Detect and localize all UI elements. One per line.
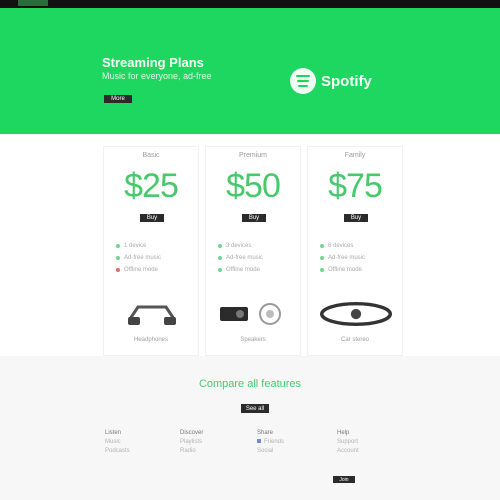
check-icon xyxy=(218,256,222,260)
check-icon xyxy=(320,268,324,272)
plan-feature-list: 3 devices Ad-free music Offline mode xyxy=(218,240,290,276)
column-heading: Listen xyxy=(105,430,122,436)
compare-section: Compare all features See all Listen Musi… xyxy=(0,356,500,500)
feature-columns: Listen Music Podcasts Discover Playlists… xyxy=(105,428,405,498)
brand-logo-icon xyxy=(290,68,316,94)
plan-feature: 1 device xyxy=(116,240,188,252)
pricing-plans: Basic $25 Buy 1 device Ad-free music Off… xyxy=(103,146,403,358)
plan-feature: Offline mode xyxy=(116,264,188,276)
hero-title: Streaming Plans xyxy=(102,55,204,70)
plan-feature-list: 6 devices Ad-free music Offline mode xyxy=(320,240,392,276)
plan-feature-list: 1 device Ad-free music Offline mode xyxy=(116,240,188,276)
top-bar-accent xyxy=(18,0,48,6)
column-line[interactable]: Friends xyxy=(257,438,317,447)
check-icon xyxy=(320,256,324,260)
plan-name: Family xyxy=(344,152,366,159)
hero-banner: Streaming Plans Music for everyone, ad-f… xyxy=(0,8,500,134)
plan-name: Basic xyxy=(142,152,160,159)
plan-feature: 3 devices xyxy=(218,240,290,252)
cross-icon xyxy=(116,268,120,272)
device-label: Car stereo xyxy=(340,337,369,343)
plan-price: $25 xyxy=(124,167,179,205)
plan-buy-button[interactable]: Buy xyxy=(344,214,368,222)
compare-title: Compare all features xyxy=(198,378,302,390)
headphones-icon xyxy=(116,299,188,329)
device-label: Speakers xyxy=(240,337,266,343)
column-line[interactable]: Account xyxy=(337,447,397,456)
plan-feature: 6 devices xyxy=(320,240,392,252)
column-line[interactable]: Playlists xyxy=(180,438,240,447)
feature-column: Share Friends Social xyxy=(257,428,317,456)
plan-card-family: Family $75 Buy 6 devices Ad-free music O… xyxy=(307,146,403,356)
join-button[interactable]: Join xyxy=(333,476,355,483)
column-line[interactable]: Support xyxy=(337,438,397,447)
hero-text: Streaming Plans Music for everyone, ad-f… xyxy=(102,56,247,82)
plan-name: Premium xyxy=(238,152,267,159)
column-line[interactable]: Social xyxy=(257,447,317,456)
top-bar xyxy=(0,0,500,8)
brand-name: Spotify xyxy=(321,72,372,90)
check-icon xyxy=(116,256,120,260)
brand-logo[interactable]: Spotify xyxy=(290,68,372,94)
plan-feature: Ad-free music xyxy=(116,252,188,264)
plan-card-premium: Premium $50 Buy 3 devices Ad-free music … xyxy=(205,146,301,356)
feature-column: Listen Music Podcasts xyxy=(105,428,165,456)
plan-price: $50 xyxy=(226,167,281,205)
check-icon xyxy=(320,244,324,248)
column-line[interactable]: Radio xyxy=(180,447,240,456)
plan-feature: Ad-free music xyxy=(320,252,392,264)
check-icon xyxy=(218,244,222,248)
device-label: Headphones xyxy=(133,337,169,343)
hero-subtitle: Music for everyone, ad-free xyxy=(102,71,212,81)
column-line[interactable]: Podcasts xyxy=(105,447,165,456)
plan-feature: Offline mode xyxy=(218,264,290,276)
link-icon xyxy=(257,439,261,443)
column-heading: Discover xyxy=(180,430,204,436)
column-heading: Help xyxy=(337,430,350,436)
hero-cta-button[interactable]: More xyxy=(104,95,132,103)
speaker-icon xyxy=(218,299,290,329)
plan-card-basic: Basic $25 Buy 1 device Ad-free music Off… xyxy=(103,146,199,356)
plan-buy-button[interactable]: Buy xyxy=(242,214,266,222)
plan-feature: Offline mode xyxy=(320,264,392,276)
column-heading: Share xyxy=(257,430,274,436)
check-icon xyxy=(116,244,120,248)
plan-buy-button[interactable]: Buy xyxy=(140,214,164,222)
plan-price: $75 xyxy=(328,167,383,205)
plan-feature: Ad-free music xyxy=(218,252,290,264)
feature-column: Help Support Account xyxy=(337,428,397,456)
feature-column: Discover Playlists Radio xyxy=(180,428,240,456)
column-line[interactable]: Music xyxy=(105,438,165,447)
compare-button[interactable]: See all xyxy=(241,404,269,413)
check-icon xyxy=(218,268,222,272)
car-icon xyxy=(320,299,392,329)
